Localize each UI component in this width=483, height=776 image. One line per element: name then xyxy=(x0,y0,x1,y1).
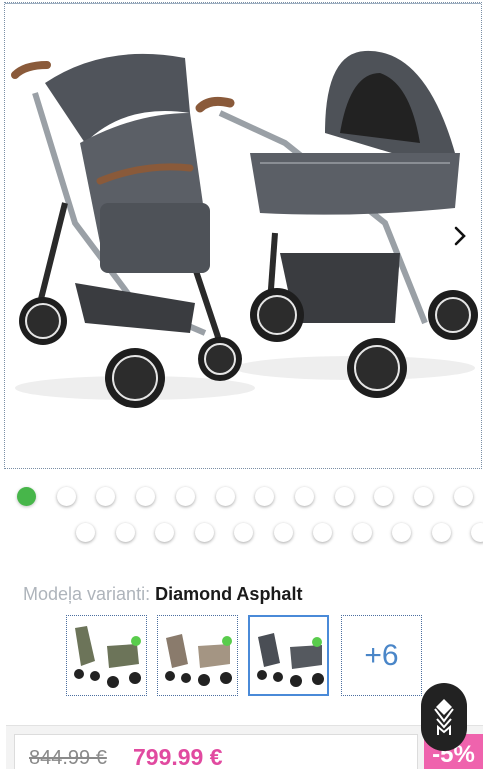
pagination-dot[interactable] xyxy=(374,487,394,506)
pagination-dot[interactable] xyxy=(471,523,483,542)
thumb-image xyxy=(257,633,324,687)
chat-widget-button[interactable] xyxy=(421,683,467,751)
thumb-variant-taupe[interactable] xyxy=(157,615,238,696)
pagination-dot[interactable] xyxy=(175,487,195,506)
pagination-dot[interactable] xyxy=(414,487,433,506)
pagination-dot[interactable] xyxy=(392,523,411,542)
gallery-divider xyxy=(5,3,481,4)
stroller-carrycot-unit xyxy=(195,50,478,398)
thumb-variant-olive[interactable] xyxy=(66,615,147,696)
sale-price: 799.99 € xyxy=(133,744,223,770)
variant-label: Modeļa varianti: xyxy=(23,584,151,604)
pagination-dot[interactable] xyxy=(76,523,95,542)
thumb-variant-asphalt[interactable] xyxy=(248,615,329,696)
pagination-dot[interactable] xyxy=(294,487,314,506)
pagination-dot[interactable] xyxy=(17,487,36,506)
price-box: 844.99 € 799.99 € xyxy=(14,734,418,770)
pagination-dot[interactable] xyxy=(255,487,275,506)
availability-dot xyxy=(222,636,232,646)
pagination-dot[interactable] xyxy=(334,487,354,506)
availability-dot xyxy=(131,636,141,646)
more-variants-button[interactable]: +6 xyxy=(341,615,422,696)
pagination-dot[interactable] xyxy=(234,523,253,542)
pagination-dot[interactable] xyxy=(56,487,76,506)
pagination-dot[interactable] xyxy=(155,523,174,542)
pagination-dot[interactable] xyxy=(352,523,372,542)
old-price: 844.99 € xyxy=(29,747,107,769)
next-image-button[interactable] xyxy=(451,225,469,247)
pagination-dot[interactable] xyxy=(215,487,235,506)
pagination-dot[interactable] xyxy=(431,523,451,542)
pagination-dot[interactable] xyxy=(115,523,135,542)
thumb-image xyxy=(74,626,141,688)
variant-heading: Modeļa varianti: Diamond Asphalt xyxy=(23,584,302,605)
pagination-dot[interactable] xyxy=(313,523,332,542)
thumb-image xyxy=(165,634,232,686)
availability-dot xyxy=(312,637,322,647)
chevron-right-icon xyxy=(454,226,466,246)
pagination-dot[interactable] xyxy=(194,523,214,542)
pagination-dot[interactable] xyxy=(453,487,473,506)
pagination-dot[interactable] xyxy=(136,487,156,506)
variant-value: Diamond Asphalt xyxy=(155,584,303,604)
stroller-photo xyxy=(11,50,478,408)
product-image-gallery[interactable] xyxy=(4,2,482,469)
chat-logo-icon xyxy=(434,699,454,735)
pagination-dot[interactable] xyxy=(96,487,116,506)
price-bar: 844.99 € 799.99 € -5% xyxy=(6,725,483,770)
pagination-dot[interactable] xyxy=(273,523,293,542)
